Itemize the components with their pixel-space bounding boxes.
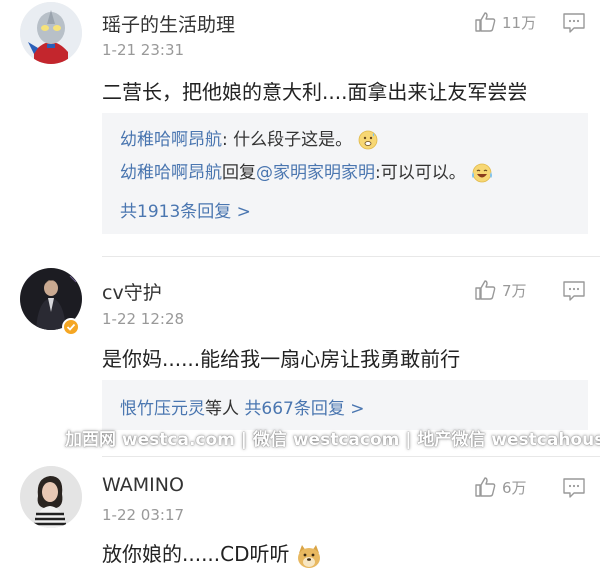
mention-link[interactable]: @家明家明家明 (256, 163, 375, 183)
like-count: 11万 (502, 13, 537, 32)
laugh-cry-emoji (472, 163, 493, 183)
watermark: 加西网 westca.com | 微信 westcacom | 地产微信 wes… (65, 430, 600, 450)
reply-summary[interactable]: 恨竹压元灵等人 共667条回复 > (120, 394, 365, 419)
like-count: 6万 (502, 478, 527, 497)
sub-replies-box[interactable]: 幼稚哈啊昂航: 什么段子这是。 幼稚哈啊昂航回复@家明家明家明:可以可以。 共1… (102, 113, 588, 234)
like-button[interactable]: 6万 (474, 476, 527, 498)
comment-2: cv守护 1-22 12:28 7万 是你妈......能给我一扇心房让我勇敢前… (0, 268, 600, 438)
reply-summary-suffix: 等人 (205, 399, 239, 419)
sub-replies-box[interactable]: 恨竹压元灵等人 共667条回复 > (102, 380, 588, 430)
reply-button[interactable] (562, 12, 586, 34)
thumbs-up-icon (475, 280, 496, 300)
verified-badge-icon (62, 318, 80, 336)
sub-reply-2: 幼稚哈啊昂航回复@家明家明家明:可以可以。 (120, 158, 493, 183)
reply-button[interactable] (562, 477, 586, 499)
avatar[interactable] (20, 2, 82, 64)
ultraman-avatar-icon (20, 2, 82, 64)
more-replies-link[interactable]: 共1913条回复 > (120, 197, 251, 222)
sub-reply-user[interactable]: 幼稚哈啊昂航 (120, 163, 222, 183)
sweat-smile-emoji (358, 130, 377, 150)
like-count: 7万 (502, 281, 527, 300)
comment-icon (563, 478, 585, 498)
reply-summary-user[interactable]: 恨竹压元灵 (120, 399, 205, 419)
like-button[interactable]: 7万 (474, 279, 527, 301)
thumbs-up-icon (475, 477, 496, 497)
timestamp: 1-22 03:17 (102, 506, 185, 524)
comment-1: 瑶子的生活助理 1-21 23:31 11万 二营长，把他娘的意大利....面拿… (0, 0, 600, 250)
reply-button[interactable] (562, 280, 586, 302)
like-button[interactable]: 11万 (474, 11, 536, 33)
comment-text: 是你妈......能给我一扇心房让我勇敢前行 (102, 347, 461, 371)
avatar[interactable] (20, 466, 82, 528)
divider (102, 256, 600, 257)
doge-emoji (297, 544, 320, 568)
sub-reply-1: 幼稚哈啊昂航: 什么段子这是。 (120, 125, 378, 150)
username[interactable]: 瑶子的生活助理 (102, 10, 235, 37)
comment-3: WAMINO 1-22 03:17 6万 放你娘的......CD听听 (0, 462, 600, 569)
comment-icon (563, 281, 585, 301)
sub-reply-content: :可以可以。 (375, 163, 466, 183)
girl-portrait-avatar-icon (20, 466, 82, 528)
more-replies-link[interactable]: 共667条回复 > (244, 399, 364, 419)
sub-reply-content: : 什么段子这是。 (222, 130, 353, 150)
comment-icon (563, 13, 585, 33)
sub-reply-user[interactable]: 幼稚哈啊昂航 (120, 130, 222, 150)
comment-text: 二营长，把他娘的意大利....面拿出来让友军尝尝 (102, 80, 528, 104)
comment-text: 放你娘的......CD听听 (102, 542, 290, 566)
username[interactable]: WAMINO (102, 474, 184, 496)
thumbs-up-icon (475, 12, 496, 32)
timestamp: 1-22 12:28 (102, 310, 185, 328)
reply-word: 回复 (222, 163, 256, 183)
comment-text-row: 放你娘的......CD听听 (102, 538, 322, 569)
timestamp: 1-21 23:31 (102, 41, 185, 59)
username[interactable]: cv守护 (102, 278, 162, 305)
divider (102, 456, 600, 457)
